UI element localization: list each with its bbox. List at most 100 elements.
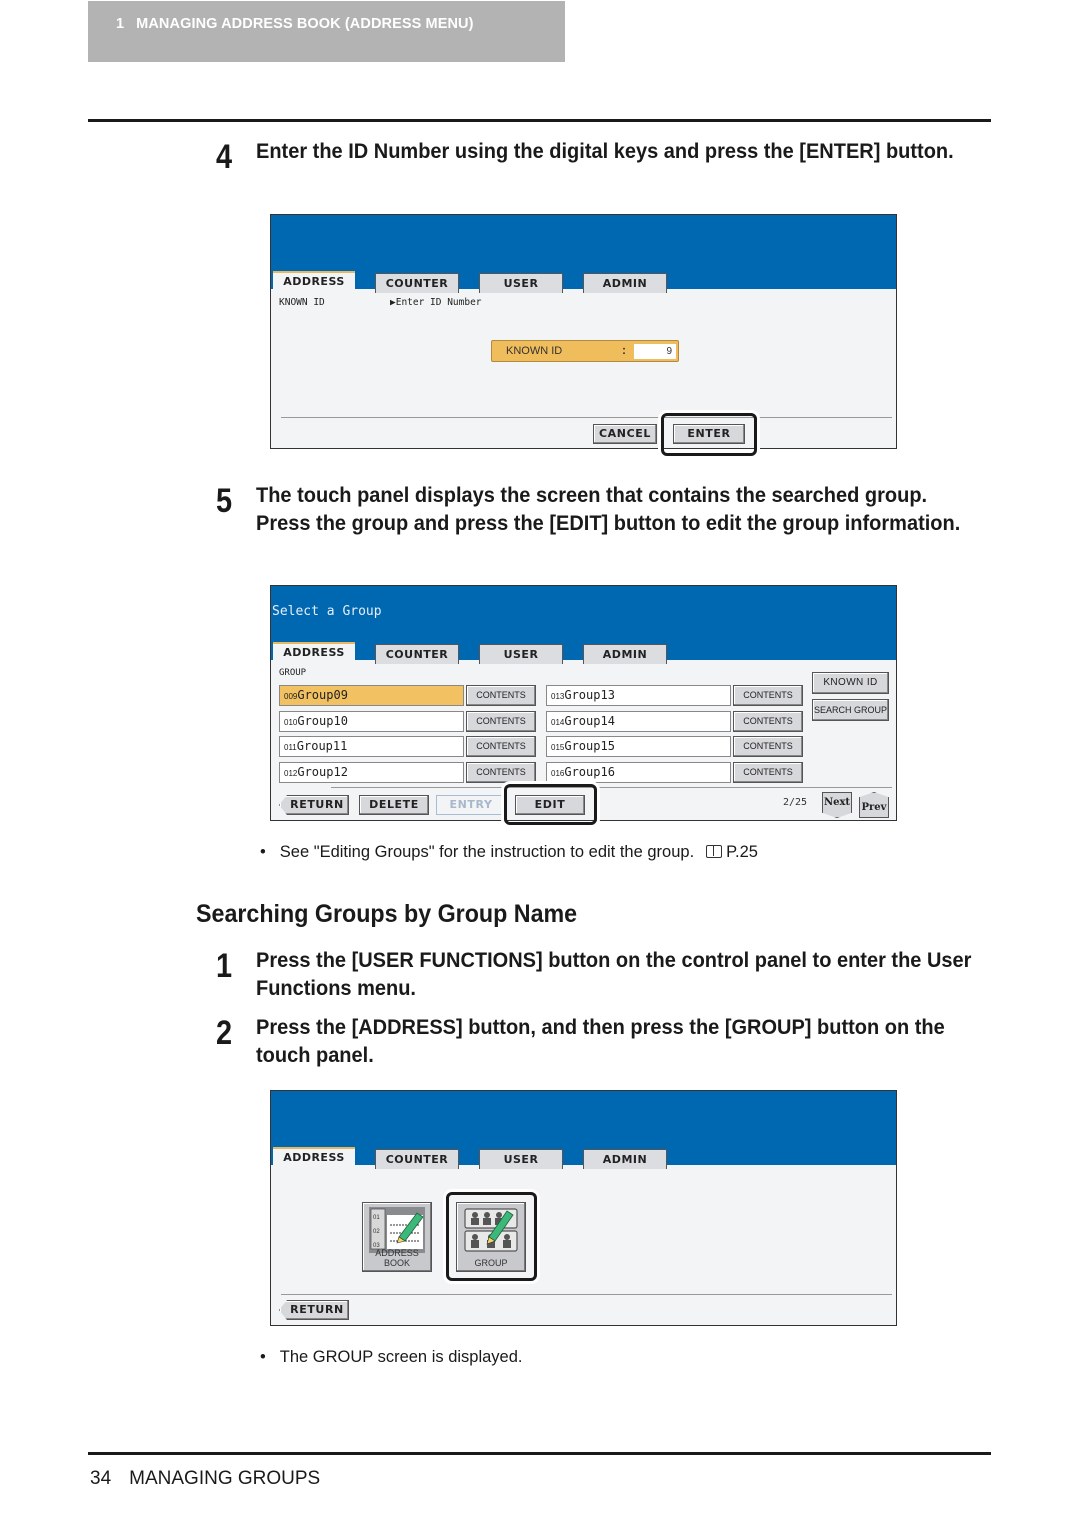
group-id: 009 xyxy=(284,692,298,701)
contents-button[interactable]: CONTENTS xyxy=(466,710,536,732)
enter-button-highlight xyxy=(661,413,757,456)
group-id: 015 xyxy=(551,743,565,752)
group-entry[interactable]: 010Group10 xyxy=(279,710,464,732)
tab-admin[interactable]: ADMIN xyxy=(583,273,667,293)
step-text: Enter the ID Number using the digital ke… xyxy=(256,139,954,163)
menu-tabs: ADDRESS COUNTER USER ADMIN xyxy=(271,1147,896,1169)
known-id-input[interactable]: 9 xyxy=(634,344,676,359)
group-id: 010 xyxy=(284,717,298,727)
known-id-colon: : xyxy=(622,343,626,357)
page-reference[interactable]: P.25 xyxy=(726,843,758,861)
group-entry[interactable]: 016Group16 xyxy=(546,761,731,783)
group-row: 012Group12 CONTENTS xyxy=(279,761,539,783)
step-number: 4 xyxy=(216,138,233,176)
group-button-highlight xyxy=(446,1192,537,1281)
bullet-dot: • xyxy=(260,1348,266,1366)
contents-button[interactable]: CONTENTS xyxy=(466,736,536,757)
note-group-screen: • The GROUP screen is displayed. xyxy=(260,1348,523,1367)
group-name: Group14 xyxy=(564,713,615,728)
tab-admin[interactable]: ADMIN xyxy=(583,1149,667,1169)
contents-button[interactable]: CONTENTS xyxy=(733,710,803,732)
group-entry[interactable]: 013Group13 xyxy=(546,685,731,706)
contents-button[interactable]: CONTENTS xyxy=(733,736,803,757)
page-footer: 34 MANAGING GROUPS xyxy=(90,1468,320,1490)
group-row: 014Group14 CONTENTS xyxy=(546,710,806,732)
group-id: 012 xyxy=(284,768,298,778)
panel-title: Select a Group xyxy=(272,604,382,619)
group-entry[interactable]: 012Group12 xyxy=(279,761,464,783)
group-entry[interactable]: 009Group09 xyxy=(279,685,464,706)
address-book-button[interactable]: 01 02 03 ADDRESS BOOK xyxy=(362,1202,432,1272)
svg-text:02: 02 xyxy=(373,1229,380,1235)
group-name: Group12 xyxy=(297,764,348,779)
return-button[interactable]: RETURN xyxy=(279,1300,349,1320)
tab-address[interactable]: ADDRESS xyxy=(273,271,355,293)
tab-counter[interactable]: COUNTER xyxy=(375,273,459,293)
chapter-tab: 1 MANAGING ADDRESS BOOK (ADDRESS MENU) xyxy=(88,1,565,62)
menu-tabs: ADDRESS COUNTER USER ADMIN xyxy=(271,271,896,293)
group-entry[interactable]: 014Group14 xyxy=(546,710,731,732)
svg-text:01: 01 xyxy=(373,1215,380,1221)
group-row: 009Group09 CONTENTS xyxy=(279,685,539,706)
edit-button-highlight xyxy=(504,784,597,825)
tab-counter[interactable]: COUNTER xyxy=(375,1149,459,1169)
group-name: Group15 xyxy=(564,739,615,753)
step-number: 2 xyxy=(216,1014,233,1052)
note-text: See "Editing Groups" for the instruction… xyxy=(279,843,695,861)
search-group-button[interactable]: SEARCH GROUP xyxy=(812,699,889,721)
chapter-number: 1 xyxy=(116,16,125,32)
tab-admin[interactable]: ADMIN xyxy=(583,644,667,664)
touch-panel-address-menu: ADDRESS COUNTER USER ADMIN 01 02 03 ADDR… xyxy=(270,1090,897,1326)
panel-divider xyxy=(281,417,892,418)
address-book-icon: 01 02 03 xyxy=(369,1207,425,1253)
group-id: 016 xyxy=(551,768,565,778)
section-heading: Searching Groups by Group Name xyxy=(196,900,578,928)
contents-button[interactable]: CONTENTS xyxy=(733,685,803,706)
tab-user[interactable]: USER xyxy=(479,273,563,293)
step-number: 5 xyxy=(216,482,233,520)
contents-button[interactable]: CONTENTS xyxy=(466,761,536,783)
group-row: 015Group15 CONTENTS xyxy=(546,736,806,757)
tab-address[interactable]: ADDRESS xyxy=(273,642,355,664)
group-name: Group09 xyxy=(297,688,348,702)
step-text: Press the [USER FUNCTIONS] button on the… xyxy=(256,948,972,1000)
page-indicator: 2/25 xyxy=(783,797,808,808)
book-reference-icon xyxy=(706,845,723,858)
tab-address[interactable]: ADDRESS xyxy=(273,1147,355,1169)
page-number: 34 xyxy=(90,1468,112,1489)
known-id-field[interactable]: KNOWN ID : 9 xyxy=(491,340,679,362)
tab-counter[interactable]: COUNTER xyxy=(375,644,459,664)
tab-user[interactable]: USER xyxy=(479,1149,563,1169)
breadcrumb-known-id: KNOWN ID xyxy=(279,297,325,308)
group-name: Group10 xyxy=(297,713,348,728)
contents-button[interactable]: CONTENTS xyxy=(733,761,803,783)
next-page-button[interactable]: Next xyxy=(822,792,852,818)
note-text: The GROUP screen is displayed. xyxy=(279,1348,523,1366)
group-id: 014 xyxy=(551,717,565,727)
touch-panel-known-id: ADDRESS COUNTER USER ADMIN KNOWN ID ▶Ent… xyxy=(270,214,897,456)
step-number: 1 xyxy=(216,947,233,985)
bottom-rule xyxy=(88,1452,991,1455)
prev-page-button[interactable]: Prev xyxy=(859,792,889,818)
group-id: 011 xyxy=(284,743,297,752)
group-id: 013 xyxy=(551,692,565,701)
cancel-button[interactable]: CANCEL xyxy=(593,424,657,444)
chapter-title: MANAGING ADDRESS BOOK (ADDRESS MENU) xyxy=(136,16,474,32)
delete-button[interactable]: DELETE xyxy=(359,795,429,815)
note-editing-groups: • See "Editing Groups" for the instructio… xyxy=(260,843,758,862)
tab-user[interactable]: USER xyxy=(479,644,563,664)
return-button[interactable]: RETURN xyxy=(279,795,349,815)
group-entry[interactable]: 015Group15 xyxy=(546,736,731,757)
group-row: 010Group10 CONTENTS xyxy=(279,710,539,732)
breadcrumb-instruction: ▶Enter ID Number xyxy=(390,297,482,308)
panel-divider xyxy=(331,787,892,788)
address-book-label: ADDRESS BOOK xyxy=(375,1248,419,1268)
group-name: Group11 xyxy=(296,739,348,753)
top-rule xyxy=(88,119,991,122)
step-text: The touch panel displays the screen that… xyxy=(256,483,961,535)
entry-button[interactable]: ENTRY xyxy=(436,795,506,815)
contents-button[interactable]: CONTENTS xyxy=(466,685,536,706)
known-id-button[interactable]: KNOWN ID xyxy=(812,672,889,694)
group-entry[interactable]: 011Group11 xyxy=(279,736,464,757)
group-row: 013Group13 CONTENTS xyxy=(546,685,806,706)
